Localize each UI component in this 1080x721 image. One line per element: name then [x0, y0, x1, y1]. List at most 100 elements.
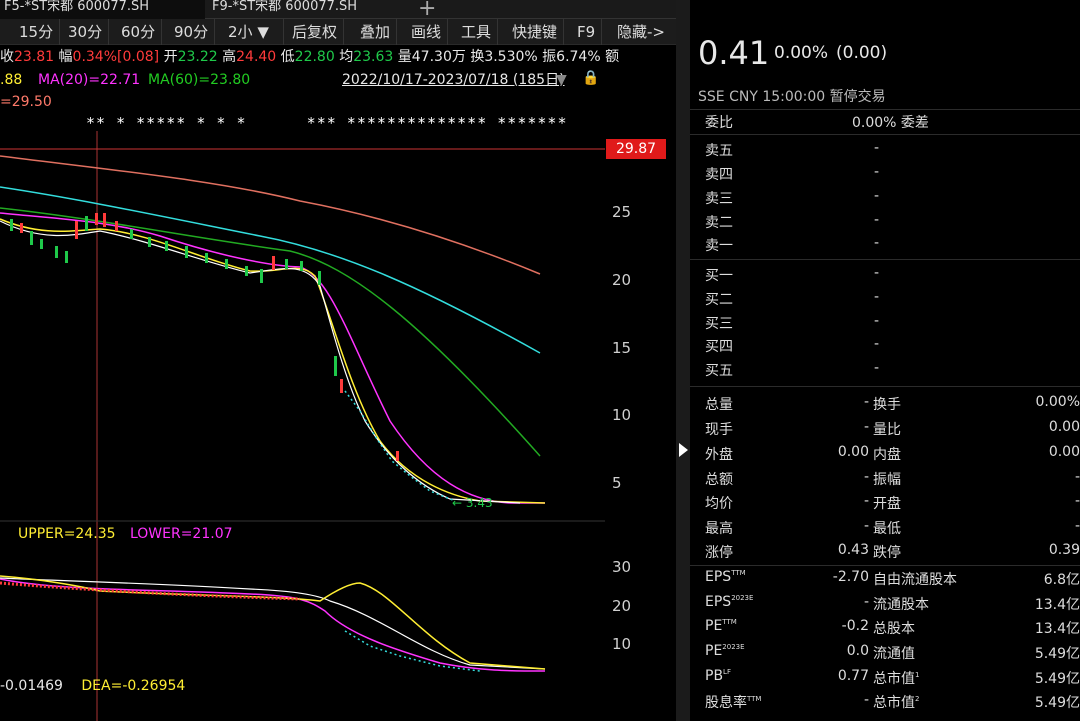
- sell-3-value: -: [874, 188, 880, 204]
- sell-5-value: -: [874, 140, 880, 156]
- open-label: 开: [163, 49, 178, 65]
- fund-market-cap2-value: 5.49亿: [1034, 695, 1080, 711]
- fund-dividend-label: 股息率TTM: [705, 695, 762, 711]
- stat-current-hand-label: 现手: [705, 422, 733, 438]
- amount-label: 额: [605, 49, 620, 65]
- buy-1-value: -: [874, 265, 880, 281]
- chevron-down-icon[interactable]: ▼: [257, 23, 269, 41]
- fund-pe-ttm-label: PETTM: [705, 618, 737, 634]
- fund-free-float-label: 自由流通股本: [873, 572, 957, 588]
- panel-divider[interactable]: [676, 0, 690, 721]
- sell-4-label: 卖四: [705, 167, 733, 183]
- ma250-line: [0, 155, 541, 275]
- weibi-label: 委比: [705, 115, 733, 131]
- change-percent: 0.00%: [774, 43, 829, 63]
- change-value: (0.00): [836, 43, 888, 63]
- range-label: 幅: [58, 49, 73, 65]
- tab-f9-stock[interactable]: F9-*ST宋都 600077.SH: [208, 0, 408, 19]
- ma60-value: MA(60)=23.80: [148, 72, 251, 88]
- avg-label: 均: [339, 49, 354, 65]
- period-2hour-button[interactable]: 2小 ▼: [222, 19, 284, 45]
- buy-1-label: 买一: [705, 268, 733, 284]
- fund-eps-ttm-label: EPSTTM: [705, 569, 746, 585]
- ma5-value: .88: [0, 72, 23, 88]
- sub-axis-label-20: 20: [612, 597, 632, 615]
- sub-axis-label-10: 10: [612, 635, 632, 653]
- boll-lower-line: [0, 578, 546, 672]
- ma60-line: [0, 207, 541, 457]
- sub-axis-label-30: 30: [612, 558, 632, 576]
- fund-pe-2023e-value: 0.0: [846, 643, 869, 659]
- fund-free-float-value: 6.8亿: [1043, 572, 1080, 588]
- hide-panel-button[interactable]: 隐藏->: [611, 19, 671, 45]
- period-30min-button[interactable]: 30分: [62, 19, 110, 45]
- adjust-after-button[interactable]: 后复权: [286, 19, 345, 45]
- shortcuts-button[interactable]: 快捷键: [506, 19, 565, 45]
- stat-limit-down-label: 跌停: [873, 545, 901, 561]
- overlay-button[interactable]: 叠加: [354, 19, 398, 45]
- tab-f5-stock[interactable]: F5-*ST宋都 600077.SH: [0, 0, 205, 19]
- close-value: 23.81: [14, 49, 55, 65]
- stat-total-volume-label: 总量: [705, 397, 733, 413]
- stat-volume-ratio-value: 0.00: [1048, 419, 1080, 435]
- fund-eps-ttm-value: -2.70: [832, 569, 869, 585]
- exchange-status: SSE CNY 15:00:00 暂停交易: [698, 89, 886, 105]
- stat-outer-label: 外盘: [705, 447, 733, 463]
- sell-2-value: -: [874, 212, 880, 228]
- stat-turnover-value: 0.00%: [1035, 394, 1080, 410]
- stat-open-label: 开盘: [873, 496, 901, 512]
- sell-1-value: -: [874, 235, 880, 251]
- avg-value: 23.63: [353, 49, 394, 65]
- period-60min-button[interactable]: 60分: [115, 19, 163, 45]
- weibi-value: 0.00% 委差: [852, 115, 929, 131]
- axis-label-20: 20: [612, 271, 632, 289]
- sell-4-value: -: [874, 164, 880, 180]
- fund-total-shares-label: 总股本: [873, 621, 915, 637]
- f9-button[interactable]: F9: [571, 19, 603, 45]
- open-value: 23.22: [177, 49, 218, 65]
- date-range-dropdown-icon[interactable]: ▼: [556, 69, 567, 91]
- stat-avg-price-label: 均价: [705, 496, 733, 512]
- ma-legend: .88 MA(20)=22.71 MA(60)=23.80 2022/10/17…: [0, 69, 676, 91]
- fund-market-cap1-label: 总市值1: [873, 671, 920, 687]
- volume-label: 量: [397, 49, 412, 65]
- period-90min-button[interactable]: 90分: [168, 19, 216, 45]
- axis-label-25: 25: [612, 203, 632, 221]
- stat-outer-value: 0.00: [837, 444, 869, 460]
- buy-3-value: -: [874, 313, 880, 329]
- stat-high-value: -: [863, 518, 869, 534]
- axis-label-5: 5: [612, 474, 622, 492]
- tools-button[interactable]: 工具: [455, 19, 499, 45]
- amplitude-value: 6.74%: [556, 49, 601, 65]
- fund-dividend-value: -: [863, 692, 869, 708]
- volume-value: 47.30万: [411, 49, 466, 65]
- add-tab-icon[interactable]: +: [418, 0, 436, 21]
- buy-2-value: -: [874, 289, 880, 305]
- fund-float-value-label: 流通值: [873, 646, 915, 662]
- stat-amplitude-label: 振幅: [873, 472, 901, 488]
- expand-arrow-icon[interactable]: [679, 443, 688, 457]
- close-label: 收: [0, 49, 14, 65]
- lock-icon[interactable]: 🔒: [582, 67, 599, 89]
- date-range-link[interactable]: 2022/10/17-2023/07/18 (185日): [342, 69, 565, 91]
- kline-chart[interactable]: [0, 91, 676, 721]
- ma20-value: MA(20)=22.71: [38, 72, 141, 88]
- macd-dif-value: -0.01469: [0, 678, 63, 694]
- stat-high-label: 最高: [705, 521, 733, 537]
- stat-open-value: -: [1074, 493, 1080, 509]
- draw-line-button[interactable]: 画线: [405, 19, 449, 45]
- quote-summary: 收23.81 幅0.34%[0.08] 开23.22 高24.40 低22.80…: [0, 45, 676, 69]
- axis-label-10: 10: [612, 406, 632, 424]
- sell-5-label: 卖五: [705, 143, 733, 159]
- last-price: 0.41: [698, 34, 770, 72]
- turnover-label: 换: [470, 49, 485, 65]
- boll-legend: UPPER=24.35 LOWER=21.07: [18, 526, 233, 542]
- stat-avg-price-value: -: [863, 493, 869, 509]
- fund-total-shares-value: 13.4亿: [1034, 621, 1080, 637]
- fund-market-cap1-value: 5.49亿: [1034, 671, 1080, 687]
- macd-dea-value: DEA=-0.26954: [81, 678, 186, 694]
- stat-low-value: -: [1074, 518, 1080, 534]
- period-15min-button[interactable]: 15分: [13, 19, 61, 45]
- boll-upper-value: UPPER=24.35: [18, 526, 116, 542]
- buy-4-value: -: [874, 336, 880, 352]
